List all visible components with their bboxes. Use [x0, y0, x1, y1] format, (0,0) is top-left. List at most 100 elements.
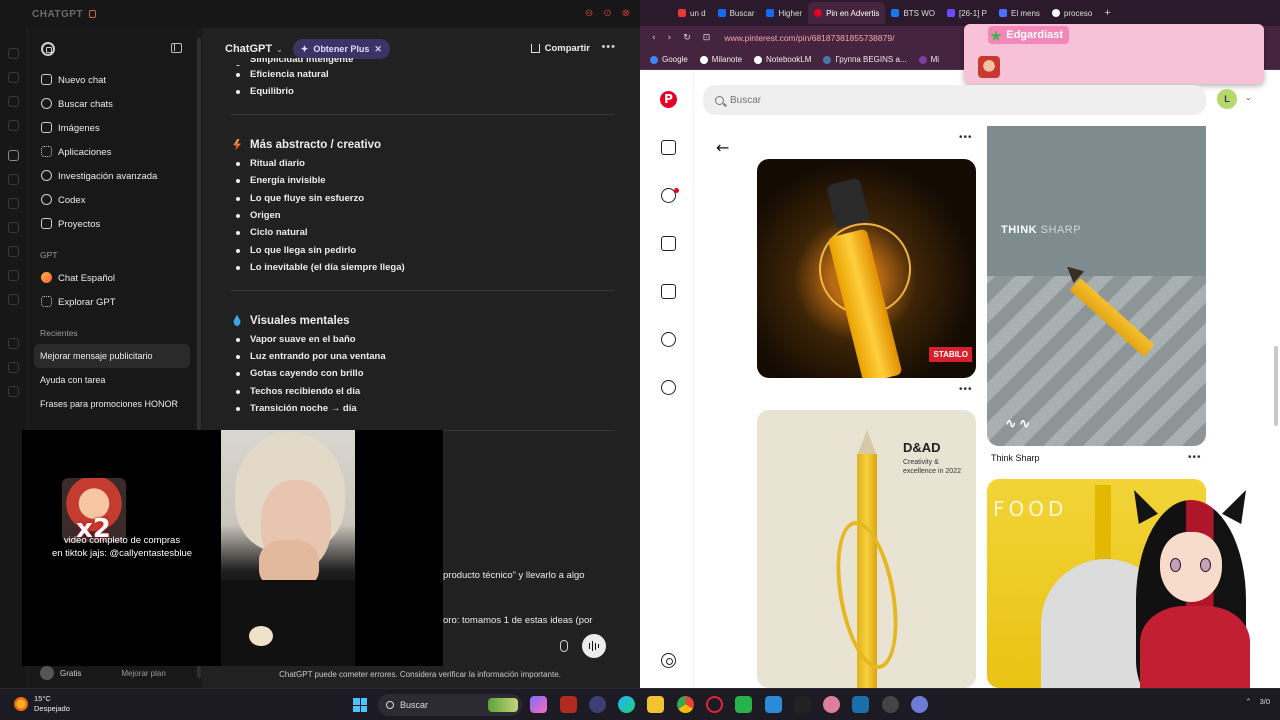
tab[interactable]: un d	[672, 2, 712, 24]
file-explorer-icon[interactable]	[647, 696, 664, 713]
pin-more-options-icon[interactable]: •••	[959, 384, 973, 395]
maximize-icon[interactable]: ⊙	[603, 8, 611, 19]
sidebar-item-projects[interactable]: Proyectos	[28, 212, 196, 236]
tab-active[interactable]: Pin en Advertis	[808, 2, 886, 24]
close-icon[interactable]: ⊗	[622, 8, 630, 19]
pin-dad-pencil[interactable]: D&AD Creativity & excellence in 2022	[757, 410, 976, 688]
obs-icon[interactable]	[882, 696, 899, 713]
pin-think-sharp[interactable]: THINK SHARP ∿∿	[987, 126, 1206, 446]
recent-chat-item[interactable]: Mejorar mensaje publicitario	[34, 344, 190, 368]
home-icon[interactable]	[661, 140, 676, 155]
notifications-bell-icon[interactable]	[661, 332, 676, 347]
strip-icon[interactable]	[8, 198, 19, 209]
bookmark-item[interactable]: Mi	[918, 55, 939, 64]
share-button[interactable]: Compartir	[530, 43, 590, 54]
tab[interactable]: [26-1] P	[941, 2, 993, 24]
close-icon[interactable]: ✕	[374, 44, 382, 55]
taskbar-search[interactable]: Buscar	[378, 694, 522, 716]
app-icon[interactable]	[823, 696, 840, 713]
x2-badge: x2	[62, 478, 126, 544]
pin-stabilo[interactable]: STABILO	[757, 159, 976, 378]
settings-gear-icon[interactable]	[661, 653, 676, 668]
recent-chat-item[interactable]: Frases para promociones HONOR	[28, 392, 196, 416]
strip-icon[interactable]	[8, 246, 19, 257]
pinterest-logo-icon[interactable]: P	[660, 91, 677, 108]
edge-icon[interactable]	[618, 696, 635, 713]
tab[interactable]: El mens	[993, 2, 1046, 24]
tab[interactable]: Buscar	[712, 2, 761, 24]
steam-icon[interactable]	[852, 696, 869, 713]
app-icon[interactable]	[765, 696, 782, 713]
sidebar-item-research[interactable]: Investigación avanzada	[28, 164, 196, 188]
new-tab-button[interactable]: +	[1104, 7, 1110, 19]
pin-title[interactable]: Think Sharp	[991, 453, 1040, 463]
profile-avatar[interactable]: L	[1217, 89, 1237, 109]
pin-more-options-icon[interactable]: •••	[959, 132, 973, 143]
bookmark-item[interactable]: Milanote	[699, 55, 742, 64]
chrome-icon[interactable]	[677, 696, 694, 713]
forward-icon[interactable]: ›	[668, 33, 672, 43]
copilot-icon[interactable]	[530, 696, 547, 713]
strip-icon[interactable]	[8, 294, 19, 305]
back-arrow-icon[interactable]: ←	[716, 138, 729, 157]
sidebar-item-explore-gpt[interactable]: Explorar GPT	[28, 290, 196, 314]
strip-icon[interactable]	[8, 270, 19, 281]
share-icon	[530, 44, 540, 53]
windows-start-icon[interactable]	[353, 698, 367, 712]
chevron-down-icon[interactable]: ⌄	[276, 45, 283, 54]
messages-icon[interactable]	[661, 380, 676, 395]
alert-avatar	[978, 56, 1000, 78]
tab[interactable]: Higher	[760, 2, 808, 24]
stream-alert: Edgardiast	[964, 24, 1264, 84]
reload-icon[interactable]: ↻	[683, 33, 691, 43]
opera-icon[interactable]	[706, 696, 723, 713]
recent-chat-item[interactable]: Ayuda con tarea	[28, 368, 196, 392]
strip-icon[interactable]	[8, 338, 19, 349]
strip-icon[interactable]	[8, 174, 19, 185]
system-tray[interactable]: ⌃ 3/0	[1245, 697, 1270, 706]
strip-icon[interactable]	[8, 72, 19, 83]
bookmark-item[interactable]: NotebookLM	[754, 55, 811, 64]
sidebar-item-apps[interactable]: Aplicaciones	[28, 140, 196, 164]
pin-more-options-icon[interactable]: •••	[1188, 452, 1202, 463]
openai-logo-icon[interactable]	[41, 42, 55, 56]
strip-icon[interactable]	[8, 222, 19, 233]
sidebar-toggle-icon[interactable]	[171, 43, 182, 53]
back-icon[interactable]: ‹	[652, 33, 656, 43]
microphone-icon[interactable]	[560, 640, 568, 652]
get-plus-button[interactable]: ✦ Obtener Plus ✕	[292, 39, 390, 59]
strip-icon[interactable]	[8, 96, 19, 107]
url-field[interactable]: www.pinterest.com/pin/681873818557388​79…	[724, 33, 894, 43]
site-info-icon[interactable]: ⊡	[703, 33, 711, 43]
chevron-down-icon[interactable]: ⌄	[1245, 93, 1252, 102]
sidebar-item-search-chats[interactable]: Buscar chats	[28, 92, 196, 116]
search-input[interactable]	[730, 94, 1130, 106]
strip-icon[interactable]	[8, 120, 19, 131]
strip-icon[interactable]	[8, 150, 19, 161]
bookmark-item[interactable]: Группа BEGINS a...	[823, 55, 907, 64]
minimize-icon[interactable]: ⊖	[585, 8, 593, 19]
create-icon[interactable]	[661, 284, 676, 299]
strip-icon[interactable]	[8, 48, 19, 59]
bookmark-item[interactable]: Google	[650, 55, 688, 64]
app-icon[interactable]	[589, 696, 606, 713]
tray-chevron-icon[interactable]: ⌃	[1245, 697, 1251, 706]
sidebar-item-codex[interactable]: Codex	[28, 188, 196, 212]
tab[interactable]: proceso	[1046, 2, 1098, 24]
strip-icon[interactable]	[8, 386, 19, 397]
boards-icon[interactable]	[661, 236, 676, 251]
more-options-icon[interactable]: •••	[601, 41, 616, 53]
tab[interactable]: BTS WO	[885, 2, 941, 24]
sidebar-item-new-chat[interactable]: Nuevo chat	[28, 68, 196, 92]
model-selector[interactable]: ChatGPT	[225, 43, 272, 55]
app-icon[interactable]	[560, 696, 577, 713]
voice-mode-button[interactable]	[582, 634, 606, 658]
weather-widget[interactable]: 15°C Despejado	[14, 694, 70, 714]
app-icon[interactable]	[794, 696, 811, 713]
sidebar-item-chat-espanol[interactable]: Chat Español	[28, 266, 196, 290]
sidebar-item-images[interactable]: Imágenes	[28, 116, 196, 140]
app-icon[interactable]	[735, 696, 752, 713]
strip-icon[interactable]	[8, 362, 19, 373]
app-icon[interactable]	[911, 696, 928, 713]
pinterest-search[interactable]	[703, 85, 1206, 115]
